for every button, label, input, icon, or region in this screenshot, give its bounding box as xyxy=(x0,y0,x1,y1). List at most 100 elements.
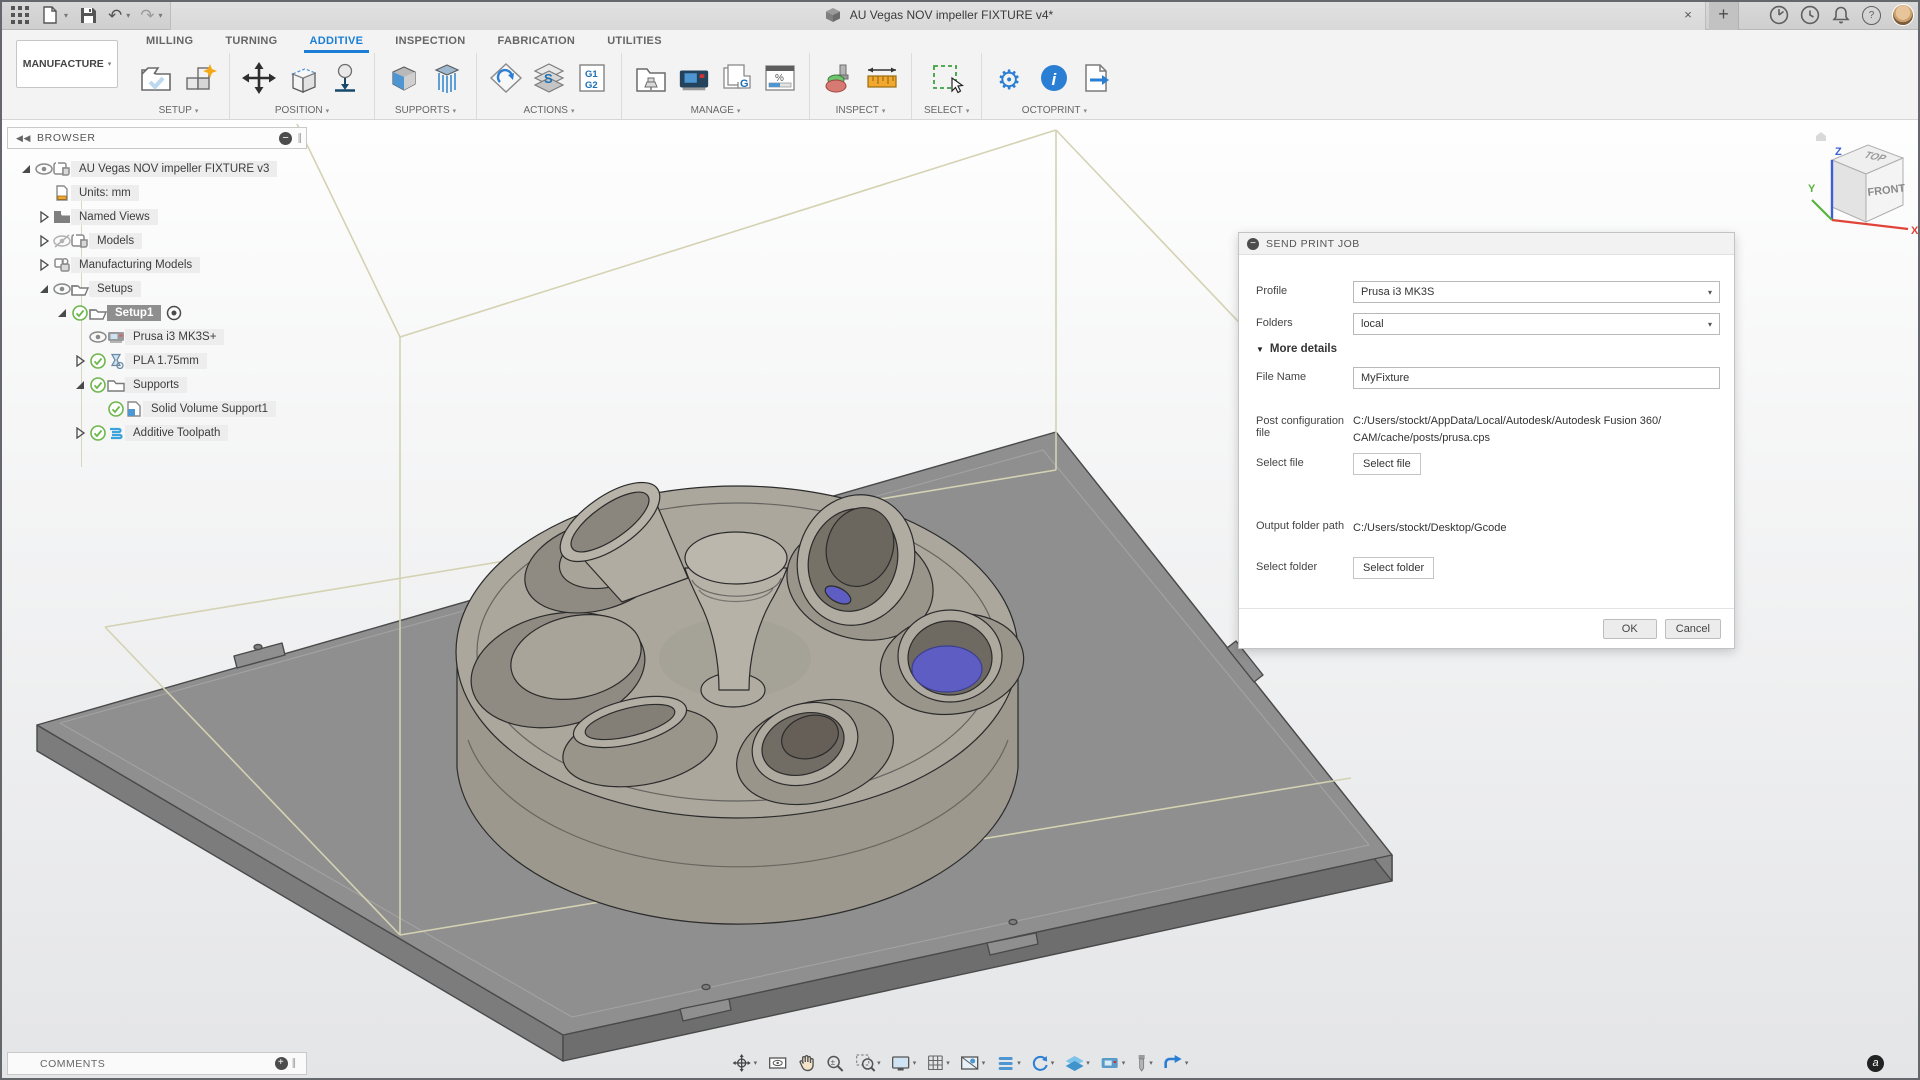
browser-item-pla-1-75mm[interactable]: PLA 1.75mm xyxy=(7,349,307,373)
ribbon-group-label-supports[interactable]: SUPPORTS▾ xyxy=(395,102,456,119)
nav-grid-settings-button[interactable]: ▾ xyxy=(923,1053,953,1073)
ribbon-group-label-manage[interactable]: MANAGE▾ xyxy=(691,102,741,119)
nav-machine-view-button[interactable]: ▾ xyxy=(1097,1053,1129,1073)
browser-item-prusa-i3-mk3s[interactable]: Prusa i3 MK3S+ xyxy=(7,325,307,349)
browser-minimize-icon[interactable]: − xyxy=(279,132,292,145)
progress-percent-icon[interactable]: % xyxy=(763,61,797,95)
help-icon[interactable]: ? xyxy=(1862,6,1881,25)
visibility-eye-off-icon[interactable] xyxy=(53,232,71,250)
new-document-tab-button[interactable]: + xyxy=(1709,0,1739,30)
dialog-header[interactable]: − SEND PRINT JOB xyxy=(1239,233,1734,255)
ribbon-tab-utilities[interactable]: UTILITIES xyxy=(591,30,678,53)
octoprint-gear-icon[interactable]: ⚙ xyxy=(994,61,1028,95)
move-arrows-icon[interactable] xyxy=(242,61,276,95)
ribbon-tab-fabrication[interactable]: FABRICATION xyxy=(482,30,592,53)
cancel-button[interactable]: Cancel xyxy=(1665,619,1721,639)
tree-expander-icon[interactable] xyxy=(71,376,89,394)
ribbon-tab-turning[interactable]: TURNING xyxy=(209,30,293,53)
folders-dropdown[interactable]: local ▾ xyxy=(1353,313,1720,335)
add-comment-icon[interactable]: + xyxy=(275,1057,288,1070)
browser-item-setups[interactable]: Setups xyxy=(7,277,307,301)
tree-expander-icon[interactable] xyxy=(35,256,53,274)
tree-expander-icon[interactable] xyxy=(71,352,89,370)
viewcube-home-icon[interactable] xyxy=(1816,132,1826,141)
visibility-eye-icon[interactable] xyxy=(53,280,71,298)
octoprint-info-icon[interactable]: i xyxy=(1037,61,1071,95)
new-setup-icon[interactable] xyxy=(183,61,217,95)
visibility-eye-icon[interactable] xyxy=(89,328,107,346)
browser-item-manufacturing-models[interactable]: Manufacturing Models xyxy=(7,253,307,277)
undo-caret[interactable]: ▾ xyxy=(126,11,130,20)
app-launcher-icon[interactable] xyxy=(10,5,30,25)
nav-viewports-button[interactable]: ▾ xyxy=(957,1053,989,1073)
comments-resize-handle[interactable]: ∥ xyxy=(292,1058,298,1069)
tree-expander-icon[interactable] xyxy=(35,280,53,298)
browser-item-models[interactable]: Models xyxy=(7,229,307,253)
browser-item-setup1[interactable]: Setup1 xyxy=(7,301,307,325)
ribbon-tab-additive[interactable]: ADDITIVE xyxy=(294,30,380,53)
nav-fastener-button[interactable]: ▾ xyxy=(1132,1052,1156,1074)
ribbon-tab-milling[interactable]: MILLING xyxy=(130,30,209,53)
setup-folder-icon[interactable] xyxy=(140,61,174,95)
browser-item-additive-toolpath[interactable]: Additive Toolpath xyxy=(7,421,307,445)
document-tab[interactable]: AU Vegas NOV impeller FIXTURE v4* × xyxy=(170,0,1706,30)
ribbon-group-label-actions[interactable]: ACTIONS▾ xyxy=(524,102,575,119)
tree-expander-icon[interactable] xyxy=(71,424,89,442)
file-name-input[interactable]: MyFixture xyxy=(1353,367,1720,389)
ribbon-tab-inspection[interactable]: INSPECTION xyxy=(379,30,481,53)
orient-box-icon[interactable] xyxy=(285,61,319,95)
nav-toolpath-layers-button[interactable]: ▾ xyxy=(992,1053,1024,1073)
tree-expander-icon[interactable] xyxy=(53,304,71,322)
select-folder-button[interactable]: Select folder xyxy=(1353,557,1434,579)
ribbon-group-label-setup[interactable]: SETUP▾ xyxy=(159,102,199,119)
redo-icon[interactable]: ↷ xyxy=(140,7,154,24)
undo-icon[interactable]: ↶ xyxy=(108,7,122,24)
nav-zoom-button[interactable]: ± xyxy=(822,1052,848,1074)
select-file-button[interactable]: Select file xyxy=(1353,453,1421,475)
file-menu-caret[interactable]: ▾ xyxy=(64,11,68,20)
ribbon-group-label-inspect[interactable]: INSPECT▾ xyxy=(836,102,886,119)
octoprint-export-icon[interactable] xyxy=(1080,61,1114,95)
nav-pan-button[interactable] xyxy=(794,1052,818,1074)
browser-collapse-icon[interactable]: ◀◀ xyxy=(16,133,31,144)
ribbon-group-label-select[interactable]: SELECT▾ xyxy=(924,102,969,119)
comments-panel[interactable]: COMMENTS + ∥ xyxy=(7,1052,307,1075)
nav-zoom-window-button[interactable]: ▾ xyxy=(852,1052,884,1074)
print-folder-icon[interactable] xyxy=(634,61,668,95)
job-status-icon[interactable] xyxy=(1769,5,1789,25)
ribbon-group-label-position[interactable]: POSITION▾ xyxy=(275,102,329,119)
browser-resize-handle[interactable]: ∥ xyxy=(297,133,303,144)
machine-library-icon[interactable] xyxy=(677,61,711,95)
file-menu-icon[interactable] xyxy=(40,5,60,25)
tree-expander-icon[interactable] xyxy=(17,160,35,178)
ok-button[interactable]: OK xyxy=(1603,619,1657,639)
more-details-toggle[interactable]: ▼ More details xyxy=(1256,343,1337,355)
redo-caret[interactable]: ▾ xyxy=(159,11,163,20)
inspect-probe-icon[interactable] xyxy=(822,61,856,95)
dialog-minimize-icon[interactable]: − xyxy=(1247,238,1259,250)
select-marquee-icon[interactable] xyxy=(930,61,964,95)
nav-display-settings-button[interactable]: ▾ xyxy=(888,1053,920,1073)
browser-item-solid-volume-support1[interactable]: Solid Volume Support1 xyxy=(7,397,307,421)
clock-icon[interactable] xyxy=(1800,5,1820,25)
generate-toolpath-icon[interactable] xyxy=(489,61,523,95)
close-document-icon[interactable]: × xyxy=(1679,6,1697,24)
profile-dropdown[interactable]: Prusa i3 MK3S ▾ xyxy=(1353,281,1720,303)
drop-part-icon[interactable] xyxy=(328,61,362,95)
browser-item-named-views[interactable]: Named Views xyxy=(7,205,307,229)
ribbon-group-label-octoprint[interactable]: OCTOPRINT▾ xyxy=(1022,102,1087,119)
nav-orbit-button[interactable]: ▾ xyxy=(729,1052,761,1074)
browser-item-au-vegas-nov-impeller-fixture-v3[interactable]: AU Vegas NOV impeller FIXTURE v3 xyxy=(7,157,307,181)
nav-layer-diamond-button[interactable]: ▾ xyxy=(1061,1053,1093,1073)
workspace-selector[interactable]: MANUFACTURE ▾ xyxy=(16,40,118,88)
viewcube[interactable]: TOP FRONT Z Y X xyxy=(1808,128,1920,246)
nav-post-arrow-button[interactable]: ▾ xyxy=(1160,1053,1192,1073)
measure-ruler-icon[interactable] xyxy=(865,61,899,95)
user-avatar[interactable] xyxy=(1892,4,1914,26)
notifications-bell-icon[interactable] xyxy=(1831,5,1851,25)
nav-look-at-button[interactable] xyxy=(764,1053,790,1073)
tree-expander-icon[interactable] xyxy=(35,232,53,250)
save-icon[interactable] xyxy=(78,5,98,25)
post-g1g2-icon[interactable]: G1G2 xyxy=(575,61,609,95)
support-bars-icon[interactable] xyxy=(430,61,464,95)
